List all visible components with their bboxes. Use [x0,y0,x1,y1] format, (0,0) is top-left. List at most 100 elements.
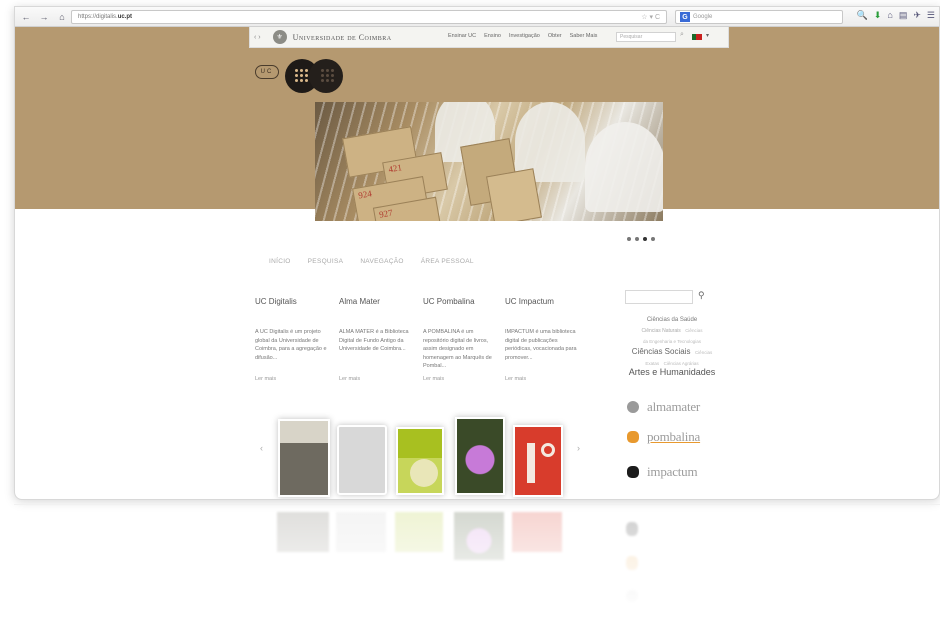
uc-link-saber-mais[interactable]: Saber Mais [570,33,598,39]
language-caret-icon[interactable]: ▾ [706,32,709,39]
toolbar-icons: 🔍 ⬇ ⌂ ▤ ✈ ☰ [857,10,935,21]
hero-image-archive-cards[interactable]: 421 924 927 [315,102,663,221]
almamater-logo-icon [627,401,639,413]
archive-card-number: 924 [357,188,373,201]
tag-ciencias-engenharia-a[interactable]: Ciências [685,328,702,333]
home-toolbar-icon[interactable]: ⌂ [887,10,892,21]
university-links: Ensinar UC Ensino Investigação Obter Sab… [448,33,597,39]
column-uc-impactum: UC Impactum IMPACTUM é uma biblioteca di… [505,297,579,382]
slider-dot-active[interactable] [643,237,647,241]
forward-arrow-icon[interactable]: → [37,10,51,24]
subject-tag-cloud: Ciências da Saúde Ciências Naturais Ciên… [619,313,725,377]
university-top-bar: ‹ › ⚜ Universidade de Coimbra Ensinar UC… [249,27,729,48]
url-controls[interactable]: ☆ ▾ C [641,13,660,21]
university-seal-icon[interactable]: ⚜ [272,30,287,44]
browser-toolbar: ← → ⌂ https://digitalis. uc.pt ☆ ▾ C G Go… [15,7,939,27]
address-bar[interactable]: https://digitalis. uc.pt ☆ ▾ C [71,10,667,24]
book-ring [541,443,555,457]
uc-link-ensino[interactable]: Ensino [484,33,501,39]
nav-item-pesquisa[interactable]: PESQUISA [308,258,344,265]
menu-icon[interactable]: ☰ [927,10,935,21]
column-title[interactable]: UC Pombalina [423,297,497,306]
home-icon[interactable]: ⌂ [55,10,69,24]
column-text: ALMA MATER é a Biblioteca Digital de Fun… [339,329,409,352]
impactum-logo-icon [627,466,639,478]
archive-card [486,168,542,221]
column-title[interactable]: Alma Mater [339,297,413,306]
slider-dot[interactable] [635,237,639,241]
tag-ciencias-exatas-b[interactable]: Exatas [645,361,659,366]
tag-artes-humanidades[interactable]: Artes e Humanidades [619,368,725,377]
tag-ciencias-sociais[interactable]: Ciências Sociais [632,347,691,356]
column-text: A POMBALINA é um repositório digital de … [423,329,492,369]
brand-pombalina[interactable]: pombalina [627,429,700,445]
carousel-prev-icon[interactable]: ‹ [260,443,263,453]
archive-card-number: 927 [378,207,394,220]
tag-ciencias-exatas-a[interactable]: Ciências [695,350,712,355]
url-domain: uc.pt [117,14,133,20]
university-name[interactable]: Universidade de Coimbra [293,33,392,42]
carousel-next-icon[interactable]: › [577,443,580,453]
read-more-link[interactable]: Ler mais [339,376,413,382]
read-more-link[interactable]: Ler mais [423,376,497,382]
book-cover-1[interactable] [278,419,330,497]
brand-name: impactum [647,464,698,479]
nav-item-area-pessoal[interactable]: ÁREA PESSOAL [421,258,474,265]
column-text: IMPACTUM é uma biblioteca digital de pub… [505,329,577,361]
reflection-fade [0,500,940,622]
digitalis-logo-circle-right[interactable] [309,59,343,93]
nav-item-navegacao[interactable]: NAVEGAÇÃO [360,258,403,265]
book-cover-4[interactable] [455,417,505,495]
uc-link-investigacao[interactable]: Investigação [509,33,540,39]
book-ball-image [410,459,438,487]
book-cover-2[interactable] [337,425,387,495]
google-icon: G [680,12,690,22]
read-more-link[interactable]: Ler mais [255,376,329,382]
main-nav: INÍCIO PESQUISA NAVEGAÇÃO ÁREA PESSOAL [269,258,474,265]
tag-ciencias-naturais[interactable]: Ciências Naturais [642,328,681,334]
book-stripe [527,443,535,483]
column-alma-mater: Alma Mater ALMA MATER é a Biblioteca Dig… [339,297,413,382]
nav-item-inicio[interactable]: INÍCIO [269,258,291,265]
paper-sheet [585,122,663,212]
uc-search-icon[interactable]: ⌕ [680,31,684,39]
uc-logo-mark[interactable]: UC [255,65,279,79]
column-uc-digitalis: UC Digitalis A UC Digitalis é um projeto… [255,297,329,382]
uc-link-ensinar[interactable]: Ensinar UC [448,33,476,39]
logo-dots-icon [295,69,308,82]
uc-search-input[interactable]: Pesquisar [616,32,676,42]
browser-window: ← → ⌂ https://digitalis. uc.pt ☆ ▾ C G Go… [14,6,940,500]
column-title[interactable]: UC Impactum [505,297,579,306]
read-more-link[interactable]: Ler mais [505,376,579,382]
book-cover-5[interactable] [513,425,563,497]
logo-dots-faint-icon [321,69,334,82]
download-icon[interactable]: ⬇ [874,10,882,21]
archive-card-number: 421 [387,162,403,175]
tag-ciencias-saude[interactable]: Ciências da Saúde [647,317,697,323]
sidebar-search-icon[interactable]: ⚲ [698,290,705,301]
brand-name: almamater [647,399,701,414]
slider-pagination [627,237,655,241]
slider-dot[interactable] [651,237,655,241]
pombalina-logo-icon [627,431,639,443]
bookmarks-icon[interactable]: ▤ [899,10,908,21]
column-text: A UC Digitalis é um projeto global da Un… [255,329,327,361]
browser-search-input[interactable]: G Google [675,10,843,24]
brand-impactum[interactable]: impactum [627,464,698,480]
back-arrow-icon[interactable]: ← [19,10,33,24]
tag-ciencias-agrarias[interactable]: Ciências Agrárias [664,361,699,366]
book-cover-3[interactable] [396,427,444,495]
brand-almamater[interactable]: almamater [627,399,700,415]
column-title[interactable]: UC Digitalis [255,297,329,306]
tag-ciencias-engenharia-b[interactable]: da Engenharia e Tecnologias [643,339,701,344]
portugal-flag-icon[interactable] [692,34,702,40]
magnifier-icon[interactable]: 🔍 [857,10,868,21]
browser-search-placeholder: Google [693,14,713,20]
sidebar-search-input[interactable] [625,290,693,304]
uc-link-obter[interactable]: Obter [548,33,562,39]
column-uc-pombalina: UC Pombalina A POMBALINA é um repositóri… [423,297,497,382]
bar-arrows-icon[interactable]: ‹ › [254,34,261,41]
brand-name: pombalina [647,429,701,444]
send-icon[interactable]: ✈ [913,10,921,21]
slider-dot[interactable] [627,237,631,241]
